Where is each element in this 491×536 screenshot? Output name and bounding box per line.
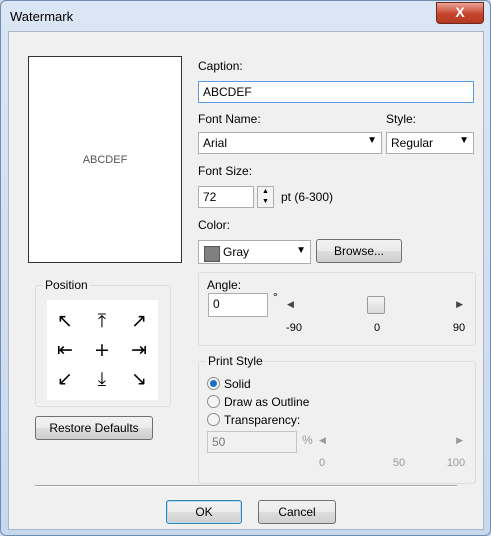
transparency-input[interactable]: 50 <box>207 431 297 453</box>
position-bottom-left-icon[interactable]: ↙ <box>50 366 80 392</box>
style-dropdown[interactable]: Regular ▼ <box>386 132 474 154</box>
font-size-spinner[interactable]: ▲ ▼ <box>257 186 274 208</box>
angle-label: Angle: <box>207 278 242 292</box>
position-middle-left-icon[interactable]: ⇤ <box>50 337 80 363</box>
transparency-slider-right-icon[interactable]: ▶ <box>456 435 463 446</box>
transparency-slider-left-icon[interactable]: ◀ <box>319 435 326 446</box>
ok-button[interactable]: OK <box>166 500 242 524</box>
angle-slider-right-icon[interactable]: ▶ <box>456 299 463 310</box>
font-name-value: Arial <box>203 136 228 150</box>
chevron-down-icon: ▼ <box>459 135 469 146</box>
print-style-label: Print Style <box>206 354 265 368</box>
color-swatch <box>204 246 220 262</box>
solid-radio-label[interactable]: Solid <box>224 377 251 391</box>
cancel-button[interactable]: Cancel <box>258 500 336 524</box>
style-value: Regular <box>391 136 434 150</box>
divider <box>35 485 457 487</box>
color-value: Gray <box>223 245 250 259</box>
font-name-dropdown[interactable]: Arial ▼ <box>198 132 382 154</box>
font-size-label: Font Size: <box>198 164 253 178</box>
chevron-down-icon: ▼ <box>296 245 306 256</box>
dialog-client-area: ABCDEF Position ↖ ⤒ ↗ ⇤ + ⇥ ↙ ⤓ ↘ Restor… <box>8 31 484 530</box>
outline-radio[interactable] <box>207 395 220 408</box>
font-name-label: Font Name: <box>198 112 261 126</box>
position-bottom-right-icon[interactable]: ↘ <box>124 366 154 392</box>
dialog-title: Watermark <box>10 9 74 24</box>
font-size-range: pt (6-300) <box>281 190 334 204</box>
watermark-dialog: Watermark X ABCDEF Position ↖ ⤒ ↗ ⇤ + ⇥ … <box>0 0 491 536</box>
position-bottom-center-icon[interactable]: ⤓ <box>87 366 117 392</box>
transparency-mid-label: 50 <box>392 457 406 469</box>
angle-slider-left-icon[interactable]: ◀ <box>287 299 294 310</box>
caption-label: Caption: <box>198 59 243 73</box>
position-top-right-icon[interactable]: ↗ <box>124 308 154 334</box>
chevron-down-icon: ▼ <box>367 135 377 146</box>
browse-button[interactable]: Browse... <box>316 239 402 263</box>
position-center-icon[interactable]: + <box>87 337 117 363</box>
angle-degree-unit: ° <box>273 290 278 304</box>
title-bar: Watermark X <box>1 1 490 31</box>
position-middle-right-icon[interactable]: ⇥ <box>124 337 154 363</box>
position-top-center-icon[interactable]: ⤒ <box>87 308 117 334</box>
angle-slider[interactable]: ◀ ▶ <box>287 296 463 316</box>
style-label: Style: <box>386 112 417 126</box>
angle-min-label: -90 <box>286 322 302 334</box>
angle-max-label: 90 <box>452 322 466 334</box>
font-size-input[interactable]: 72 <box>198 186 254 208</box>
angle-input[interactable]: 0 <box>208 293 268 317</box>
close-button[interactable]: X <box>436 2 484 24</box>
watermark-preview: ABCDEF <box>28 56 182 263</box>
angle-slider-thumb[interactable] <box>367 296 385 314</box>
transparency-radio[interactable] <box>207 413 220 426</box>
transparency-slider[interactable]: ◀ ▶ <box>319 434 463 450</box>
transparency-min-label: 0 <box>318 457 326 469</box>
position-top-left-icon[interactable]: ↖ <box>50 308 80 334</box>
restore-defaults-button[interactable]: Restore Defaults <box>35 416 153 440</box>
transparency-percent-unit: % <box>302 433 313 447</box>
caption-input[interactable]: ABCDEF <box>198 81 474 103</box>
color-dropdown[interactable]: Gray ▼ <box>198 240 311 264</box>
color-label: Color: <box>198 218 231 232</box>
outline-radio-label[interactable]: Draw as Outline <box>224 395 309 409</box>
preview-text: ABCDEF <box>82 154 128 166</box>
transparency-max-label: 100 <box>446 457 466 469</box>
solid-radio[interactable] <box>207 377 220 390</box>
position-group-label: Position <box>43 278 90 292</box>
transparency-radio-label[interactable]: Transparency: <box>224 413 300 427</box>
position-grid: ↖ ⤒ ↗ ⇤ + ⇥ ↙ ⤓ ↘ <box>47 300 158 400</box>
angle-mid-label: 0 <box>373 322 381 334</box>
